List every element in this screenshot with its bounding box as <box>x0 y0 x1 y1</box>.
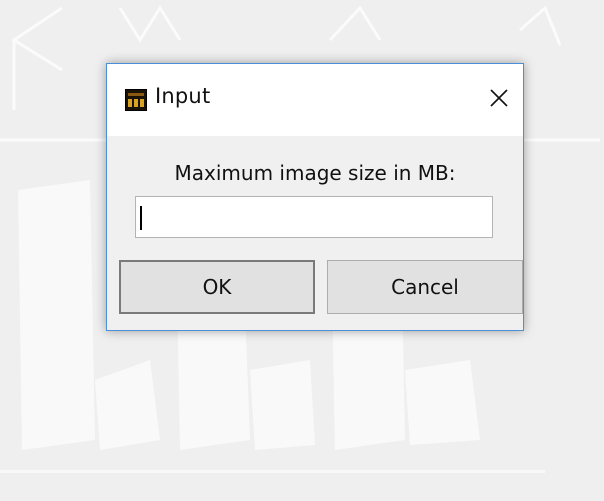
input-dialog: Input Maximum image size in MB: OK Cance… <box>106 63 524 331</box>
prompt-label: Maximum image size in MB: <box>174 161 456 185</box>
cancel-button[interactable]: Cancel <box>327 260 523 314</box>
close-icon <box>490 89 508 107</box>
dialog-titlebar: Input <box>107 64 523 136</box>
max-size-input[interactable] <box>135 196 493 238</box>
app-logo-icon <box>125 89 147 111</box>
ok-button[interactable]: OK <box>119 260 315 314</box>
close-button[interactable] <box>481 80 517 116</box>
dialog-title: Input <box>155 84 211 108</box>
text-caret <box>140 206 142 230</box>
